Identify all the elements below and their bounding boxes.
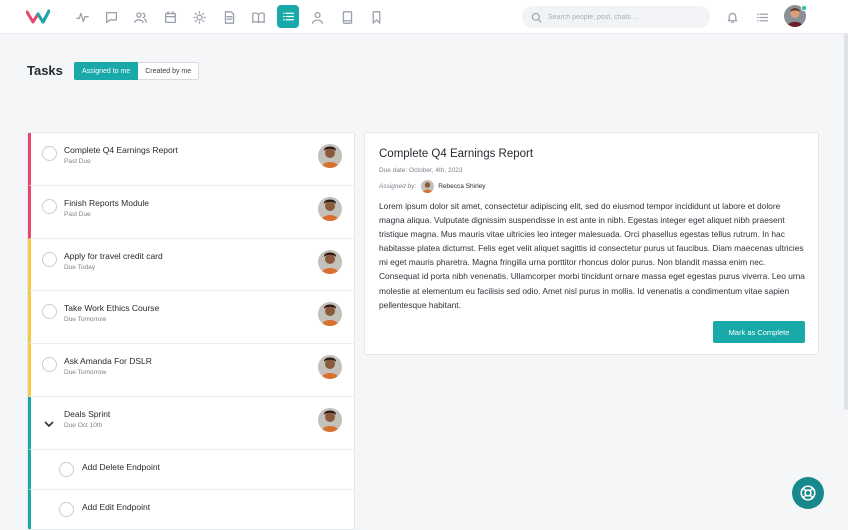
assignee-avatar [318,407,342,432]
bookmark-icon[interactable] [365,6,387,28]
chevron-down-icon[interactable] [44,415,54,428]
subtask-checkbox[interactable] [59,461,74,477]
task-checkbox[interactable] [42,198,57,214]
assignee-avatar [318,249,342,274]
task-due-status: Due Tomorrow [64,316,107,324]
task-row[interactable]: Ask Amanda For DSLR Due Tomorrow [28,344,354,397]
task-title: Deals Sprint [64,408,111,419]
task-due-status: Due Tomorrow [64,369,107,377]
task-row[interactable]: Take Work Ethics Course Due Tomorrow [28,291,354,345]
app-logo[interactable] [26,9,50,25]
task-detail-panel: Complete Q4 Earnings Report Due date: Oc… [364,132,819,355]
subtask-row[interactable]: Add Delete Endpoint [28,449,354,491]
task-title: Complete Q4 Earnings Report [64,145,178,155]
task-filter-tabs: Assigned to me Created by me [74,62,200,80]
sun-icon[interactable] [188,6,210,28]
task-title: Ask Amanda For DSLR [64,356,152,367]
subtask-title: Add Edit Endpoint [82,502,151,513]
task-row[interactable]: Finish Reports Module Past Due [28,185,354,239]
tab-assigned-to-me[interactable]: Assigned to me [74,62,139,80]
task-due-status: Due Today [64,263,95,271]
chat-icon[interactable] [100,6,122,28]
book-icon[interactable] [247,6,269,28]
assignee-avatar [318,302,342,327]
subtask-title: Add Delete Endpoint [82,461,160,472]
calendar-icon[interactable] [159,6,181,28]
users-icon[interactable] [129,6,151,28]
detail-assigned-by: Assigned by: Rebecca Shirley [379,180,486,193]
task-checkbox[interactable] [42,146,57,161]
person-icon[interactable] [306,6,328,28]
activity-icon[interactable] [71,6,93,28]
task-row[interactable]: Apply for travel credit card Due Today [28,238,354,292]
assignee-avatar [318,355,342,380]
task-title: Take Work Ethics Course [64,303,160,314]
search-icon [531,12,542,23]
page-title: Tasks [27,63,63,78]
task-due-status: Past Due [64,158,91,165]
task-title: Finish Reports Module [64,197,150,208]
tasks-icon[interactable] [277,5,299,28]
top-navigation-bar [0,0,848,34]
tab-created-by-me[interactable]: Created by me [138,62,200,80]
assigner-avatar [421,180,435,193]
detail-description: Lorem ipsum dolor sit amet, consectetur … [379,201,805,310]
task-due-status: Due Oct 10th [64,421,103,429]
online-status-indicator [801,5,807,11]
document-icon[interactable] [218,6,240,28]
task-title: Apply for travel credit card [64,250,163,261]
assigner-name[interactable]: Rebecca Shirley [438,183,485,190]
detail-due-date: Due date: October, 4th, 2023 [379,167,463,174]
task-row-expandable[interactable]: Deals Sprint Due Oct 10th [28,396,354,450]
search-bar[interactable] [522,6,710,28]
task-list: Complete Q4 Earnings Report Past Due Fin… [27,132,355,530]
mark-complete-button[interactable]: Mark as Complete [713,321,805,343]
task-row[interactable]: Complete Q4 Earnings Report Past Due [28,133,354,186]
page-scrollbar[interactable] [844,34,848,410]
subtask-checkbox[interactable] [59,502,74,518]
bell-icon[interactable] [721,6,743,28]
notebook-icon[interactable] [336,6,358,28]
task-due-status: Past Due [64,210,91,218]
assigned-by-label: Assigned by: [379,183,417,190]
assignee-avatar [318,144,342,168]
subtask-row[interactable]: Add Edit Endpoint [28,490,354,529]
menu-icon[interactable] [751,6,773,28]
task-checkbox[interactable] [42,357,57,373]
help-button[interactable] [792,477,824,509]
detail-title: Complete Q4 Earnings Report [379,148,534,160]
task-checkbox[interactable] [42,304,57,320]
lifebuoy-icon [800,485,816,501]
assignee-avatar [318,196,342,221]
task-checkbox[interactable] [42,251,57,267]
search-input[interactable] [548,13,698,21]
